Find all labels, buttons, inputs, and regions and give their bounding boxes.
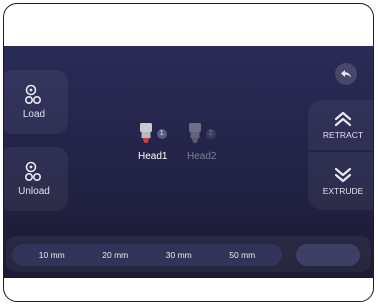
device-frame: Load Unload RETRACT EXTRUDE 1 Head1 2 He… [3,3,374,302]
unload-button[interactable]: Unload [4,147,68,211]
chevron-double-up-icon [334,111,352,126]
unload-label: Unload [18,186,50,197]
head1-label: Head1 [138,151,168,162]
back-arrow-icon [341,70,351,78]
retract-button[interactable]: RETRACT [308,100,373,150]
nozzle-icon [139,123,152,143]
distance-option-50mm[interactable]: 50 mm [229,250,255,260]
distance-selector: 10 mm 20 mm 30 mm 50 mm [12,244,282,266]
head1-number: 1 [156,129,167,139]
distance-option-20mm[interactable]: 20 mm [102,250,128,260]
head2-selector[interactable]: 2 Head2 [187,123,216,162]
extra-option-button[interactable] [296,244,360,266]
filament-spool-icon [24,161,42,182]
filament-spool-icon [24,84,42,105]
chevron-double-down-icon [334,167,352,182]
head1-selector[interactable]: 1 Head1 [138,123,167,162]
extrude-label: EXTRUDE [322,185,364,196]
head2-label: Head2 [187,151,217,162]
nozzle-icon [188,123,201,143]
load-label: Load [22,109,46,120]
back-button[interactable] [335,63,357,85]
distance-option-10mm[interactable]: 10 mm [39,250,65,260]
distance-option-30mm[interactable]: 30 mm [166,250,192,260]
filament-screen: Load Unload RETRACT EXTRUDE 1 Head1 2 He… [4,46,373,278]
head2-number: 2 [205,129,216,139]
retract-label: RETRACT [322,129,364,140]
load-button[interactable]: Load [4,70,68,134]
distance-bar: 10 mm 20 mm 30 mm 50 mm [6,236,371,272]
extrude-button[interactable]: EXTRUDE [308,152,373,210]
